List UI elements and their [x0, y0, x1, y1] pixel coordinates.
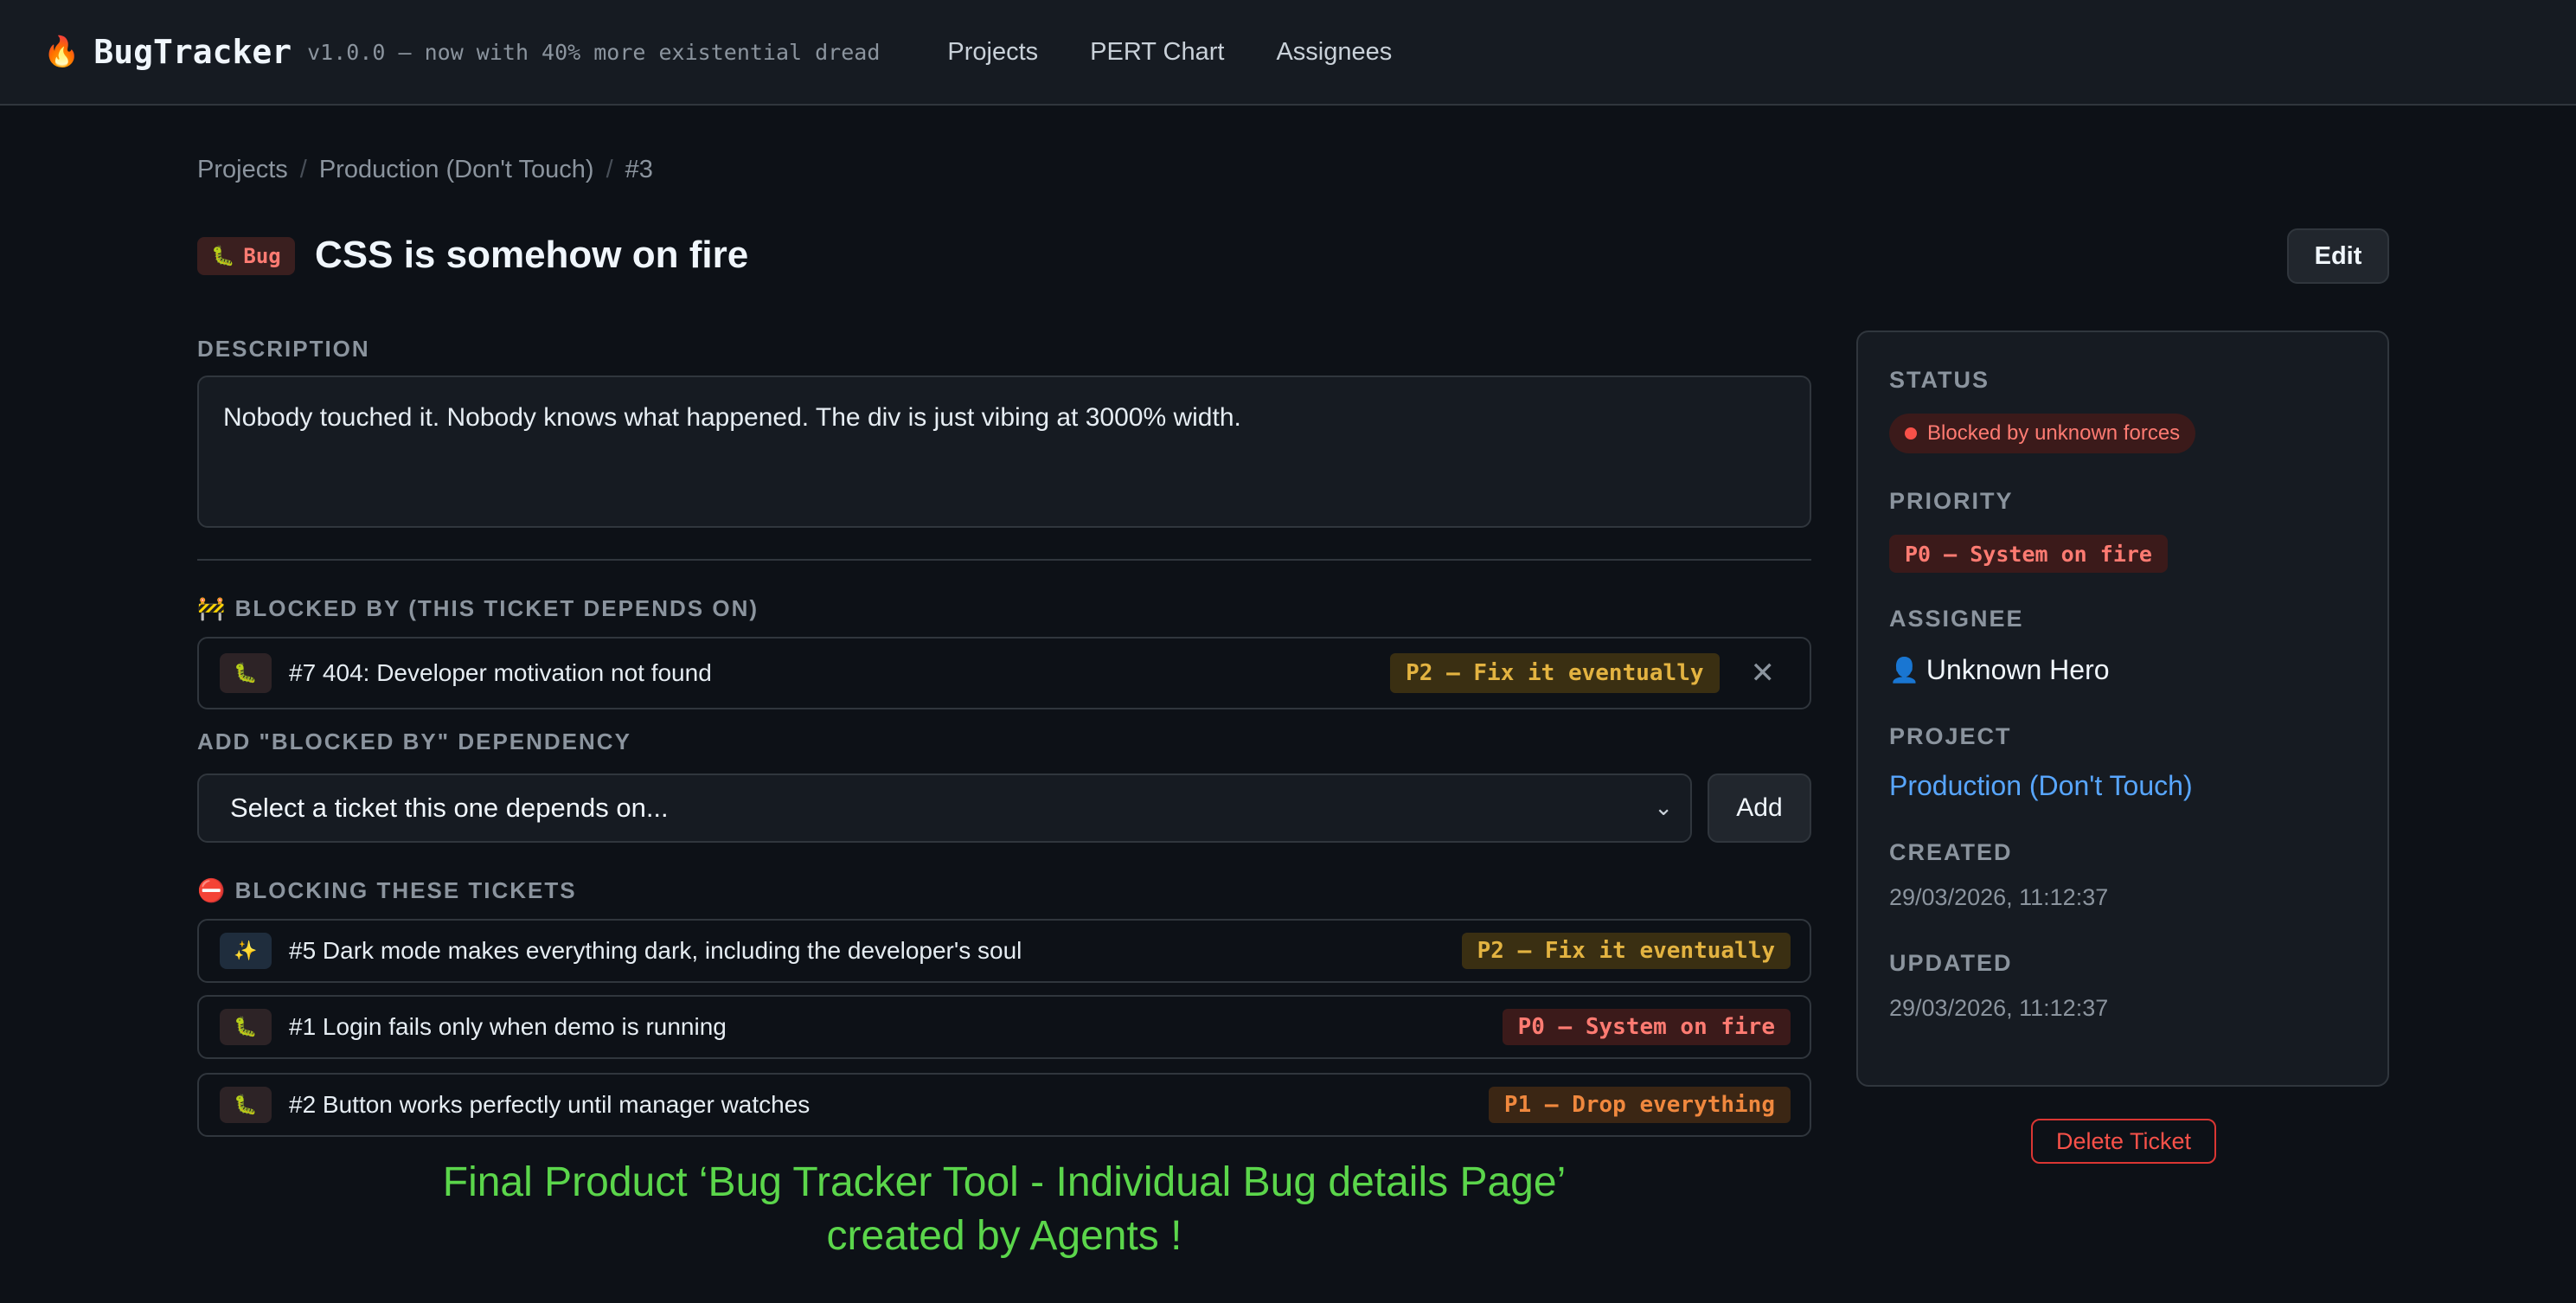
add-dependency-button[interactable]: Add — [1708, 773, 1811, 843]
project-label: PROJECT — [1889, 723, 2012, 749]
breadcrumb-separator: / — [299, 156, 307, 183]
priority-badge: P2 — Fix it eventually — [1390, 653, 1720, 693]
sparkle-icon: ✨ — [220, 933, 272, 969]
priority-label: PRIORITY — [1889, 488, 2014, 514]
dependency-select-placeholder: Select a ticket this one depends on... — [230, 793, 669, 823]
ticket-type-label: Bug — [243, 244, 281, 268]
priority-badge: P1 — Drop everything — [1488, 1087, 1791, 1123]
blocking-ticket-title[interactable]: #2 Button works perfectly until manager … — [289, 1091, 1489, 1119]
priority-badge: P0 — System on fire — [1502, 1009, 1791, 1045]
breadcrumb: Projects / Production (Don't Touch) / #3 — [197, 156, 653, 184]
delete-ticket-button[interactable]: Delete Ticket — [2031, 1119, 2216, 1164]
created-value: 29/03/2026, 11:12:37 — [1889, 884, 2109, 910]
blocking-label: ⛔ BLOCKING THESE TICKETS — [197, 877, 577, 903]
updated-value: 29/03/2026, 11:12:37 — [1889, 995, 2109, 1021]
edit-button[interactable]: Edit — [2287, 228, 2389, 284]
assignee: 👤 Unknown Hero — [1889, 654, 2110, 686]
nav-projects[interactable]: Projects — [947, 38, 1038, 67]
app-name[interactable]: BugTracker — [93, 33, 292, 71]
project-link[interactable]: Production (Don't Touch) — [1889, 770, 2193, 802]
blocking-item[interactable]: ✨ #5 Dark mode makes everything dark, in… — [197, 919, 1811, 983]
status-value: Blocked by unknown forces — [1927, 421, 2181, 445]
main-nav: Projects PERT Chart Assignees — [921, 38, 1418, 67]
caption-line-1: Final Product ‘Bug Tracker Tool - Indivi… — [442, 1159, 1567, 1205]
bug-icon: 🐛 — [220, 1009, 272, 1045]
blocked-by-item[interactable]: 🐛 #7 404: Developer motivation not found… — [197, 637, 1811, 709]
nav-pert-chart[interactable]: PERT Chart — [1090, 38, 1224, 67]
bug-icon: 🐛 — [220, 653, 272, 693]
priority-badge: P0 — System on fire — [1889, 535, 2168, 573]
blocking-ticket-title[interactable]: #1 Login fails only when demo is running — [289, 1013, 1503, 1041]
bug-icon: 🐛 — [220, 1087, 272, 1123]
status-dot-icon — [1905, 427, 1917, 440]
ticket-details-sidebar: STATUS Blocked by unknown forces PRIORIT… — [1856, 331, 2389, 1087]
caption-line-2: created by Agents ! — [826, 1213, 1182, 1259]
chevron-down-icon: ⌄ — [1654, 794, 1673, 820]
blocked-by-label: 🚧 BLOCKED BY (THIS TICKET DEPENDS ON) — [197, 595, 759, 621]
top-navbar: 🔥 BugTracker v1.0.0 — now with 40% more … — [0, 0, 2576, 106]
caption-overlay: Final Product ‘Bug Tracker Tool - Indivi… — [197, 1156, 1811, 1263]
status-label: STATUS — [1889, 367, 1990, 393]
breadcrumb-projects[interactable]: Projects — [197, 156, 288, 184]
blocking-item[interactable]: 🐛 #1 Login fails only when demo is runni… — [197, 995, 1811, 1059]
ticket-title: CSS is somehow on fire — [315, 234, 749, 276]
assignee-name: Unknown Hero — [1926, 654, 2110, 685]
blocking-ticket-title[interactable]: #5 Dark mode makes everything dark, incl… — [289, 937, 1462, 965]
breadcrumb-project[interactable]: Production (Don't Touch) — [319, 156, 594, 184]
nav-assignees[interactable]: Assignees — [1276, 38, 1392, 67]
bug-icon: 🐛 — [211, 245, 235, 267]
brand[interactable]: 🔥 BugTracker v1.0.0 — now with 40% more … — [43, 33, 880, 71]
breadcrumb-separator: / — [606, 156, 613, 183]
blocking-item[interactable]: 🐛 #2 Button works perfectly until manage… — [197, 1073, 1811, 1137]
description-label: DESCRIPTION — [197, 336, 370, 362]
app-version: v1.0.0 — now with 40% more existential d… — [307, 39, 881, 65]
person-icon: 👤 — [1889, 657, 1919, 684]
description-box: Nobody touched it. Nobody knows what hap… — [197, 375, 1811, 528]
breadcrumb-current: #3 — [625, 156, 653, 183]
priority-badge: P2 — Fix it eventually — [1461, 933, 1791, 969]
divider — [197, 559, 1811, 561]
remove-dependency-icon[interactable]: ✕ — [1751, 656, 1776, 690]
assignee-label: ASSIGNEE — [1889, 606, 2024, 632]
updated-label: UPDATED — [1889, 950, 2013, 976]
created-label: CREATED — [1889, 839, 2013, 865]
dependency-title[interactable]: #7 404: Developer motivation not found — [289, 659, 1390, 687]
status-badge: Blocked by unknown forces — [1889, 414, 2196, 453]
flame-icon: 🔥 — [43, 35, 80, 68]
dependency-select[interactable]: Select a ticket this one depends on... ⌄ — [197, 773, 1692, 843]
add-dependency-label: ADD "BLOCKED BY" DEPENDENCY — [197, 729, 631, 754]
ticket-type-badge: 🐛 Bug — [197, 237, 295, 275]
